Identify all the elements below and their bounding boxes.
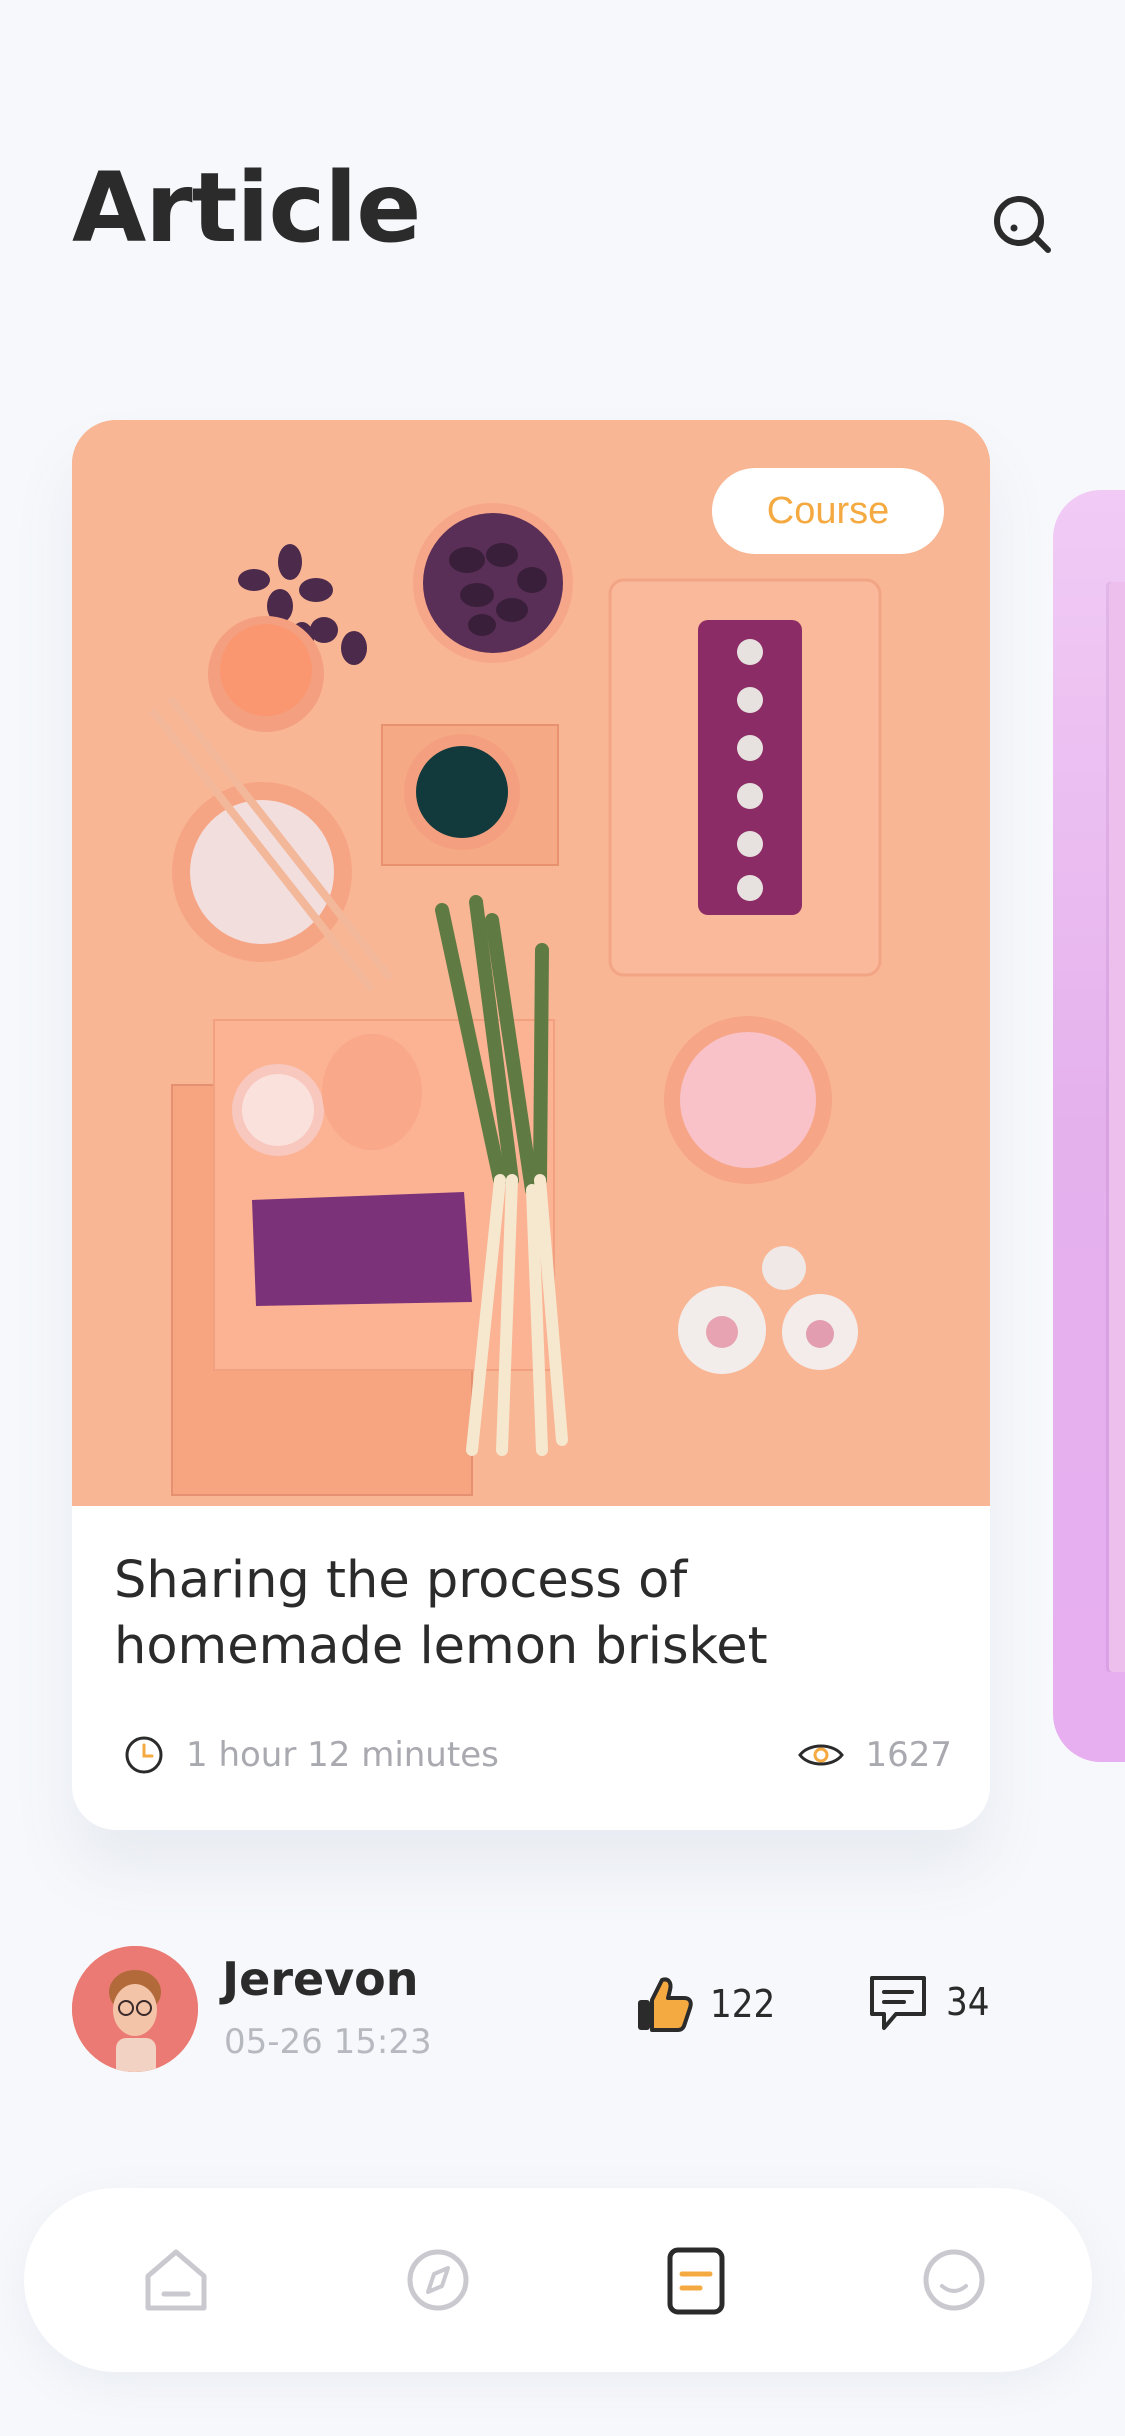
comment-button[interactable]: 34 bbox=[866, 1970, 990, 2034]
eye-icon bbox=[798, 1744, 845, 1766]
search-button[interactable] bbox=[988, 190, 1058, 260]
post-timestamp: 05-26 15:23 bbox=[224, 2022, 432, 2062]
category-badge[interactable]: Course bbox=[712, 468, 944, 554]
article-duration: 1 hour 12 minutes bbox=[186, 1735, 499, 1775]
author-row: Jerevon 05-26 15:23 122 34 bbox=[72, 1946, 1002, 2076]
article-title[interactable]: Sharing the process of homemade lemon br… bbox=[114, 1548, 934, 1680]
tab-article[interactable] bbox=[656, 2240, 736, 2320]
article-card[interactable]: Course Sharing the process of homemade l… bbox=[72, 420, 990, 1830]
comment-icon bbox=[870, 1976, 926, 2030]
next-article-card-peek[interactable] bbox=[1053, 490, 1125, 1762]
page-title: Article bbox=[72, 152, 421, 264]
article-meta: 1 hour 12 minutes 1627 bbox=[122, 1730, 952, 1780]
like-count: 122 bbox=[710, 1982, 776, 2026]
clock-icon bbox=[125, 1736, 163, 1774]
compass-icon bbox=[407, 2249, 469, 2311]
author-name[interactable]: Jerevon bbox=[222, 1952, 419, 2006]
like-button[interactable]: 122 bbox=[632, 1972, 775, 2036]
article-cover-image: Course bbox=[72, 420, 990, 1506]
tab-profile[interactable] bbox=[914, 2240, 994, 2320]
article-icon bbox=[667, 2247, 725, 2315]
avatar[interactable] bbox=[72, 1946, 198, 2072]
comment-count: 34 bbox=[946, 1980, 990, 2024]
home-icon bbox=[145, 2249, 207, 2311]
thumbs-up-icon bbox=[638, 1977, 693, 2032]
tab-discover[interactable] bbox=[398, 2240, 478, 2320]
search-icon bbox=[994, 196, 1051, 253]
tab-home[interactable] bbox=[136, 2240, 216, 2320]
article-views: 1627 bbox=[865, 1735, 952, 1775]
next-card-image bbox=[1109, 582, 1125, 1672]
smile-icon bbox=[923, 2249, 985, 2311]
bottom-tab-bar bbox=[24, 2188, 1092, 2372]
